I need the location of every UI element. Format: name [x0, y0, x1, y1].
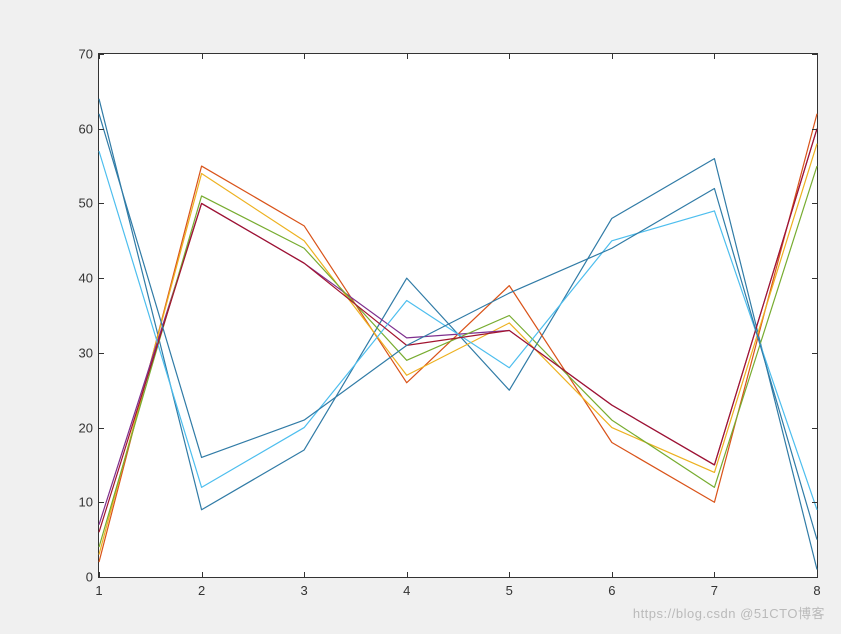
plot-area[interactable]: 01020304050607012345678 [98, 53, 818, 578]
y-tick-label: 10 [79, 495, 93, 510]
x-tick [202, 54, 203, 59]
y-tick [99, 353, 104, 354]
x-tick-label: 8 [813, 583, 820, 598]
y-tick-label: 30 [79, 345, 93, 360]
line-series [99, 114, 817, 540]
watermark: https://blog.csdn @51CTO博客 [633, 603, 825, 622]
x-tick [612, 54, 613, 59]
y-tick [99, 428, 104, 429]
y-tick [812, 502, 817, 503]
x-tick-label: 1 [95, 583, 102, 598]
line-series [99, 129, 817, 525]
y-tick-label: 60 [79, 121, 93, 136]
x-tick [817, 54, 818, 59]
x-tick [99, 54, 100, 59]
y-tick [812, 203, 817, 204]
x-tick [612, 572, 613, 577]
x-tick-label: 5 [506, 583, 513, 598]
y-tick-label: 0 [86, 570, 93, 585]
x-tick [99, 572, 100, 577]
x-tick [714, 54, 715, 59]
y-tick [99, 203, 104, 204]
y-tick [99, 577, 104, 578]
x-tick [304, 572, 305, 577]
x-tick-label: 2 [198, 583, 205, 598]
line-series [99, 144, 817, 555]
y-tick [812, 428, 817, 429]
figure-window: 01020304050607012345678 https://blog.csd… [8, 8, 833, 626]
x-tick [407, 572, 408, 577]
chart-lines [99, 54, 817, 577]
y-tick [812, 577, 817, 578]
x-tick-label: 3 [301, 583, 308, 598]
y-tick [812, 129, 817, 130]
x-tick [407, 54, 408, 59]
x-tick [509, 54, 510, 59]
x-tick [509, 572, 510, 577]
x-tick [817, 572, 818, 577]
y-tick-label: 40 [79, 271, 93, 286]
x-tick-label: 4 [403, 583, 410, 598]
y-tick-label: 70 [79, 47, 93, 62]
x-tick [202, 572, 203, 577]
y-tick-label: 50 [79, 196, 93, 211]
y-tick [812, 353, 817, 354]
y-tick [812, 278, 817, 279]
line-series [99, 129, 817, 532]
line-series [99, 166, 817, 547]
x-tick-label: 7 [711, 583, 718, 598]
x-tick-label: 6 [608, 583, 615, 598]
y-tick-label: 20 [79, 420, 93, 435]
y-tick [99, 129, 104, 130]
y-tick [99, 502, 104, 503]
x-tick [714, 572, 715, 577]
x-tick [304, 54, 305, 59]
axes[interactable]: 01020304050607012345678 [98, 53, 818, 578]
y-tick [99, 278, 104, 279]
